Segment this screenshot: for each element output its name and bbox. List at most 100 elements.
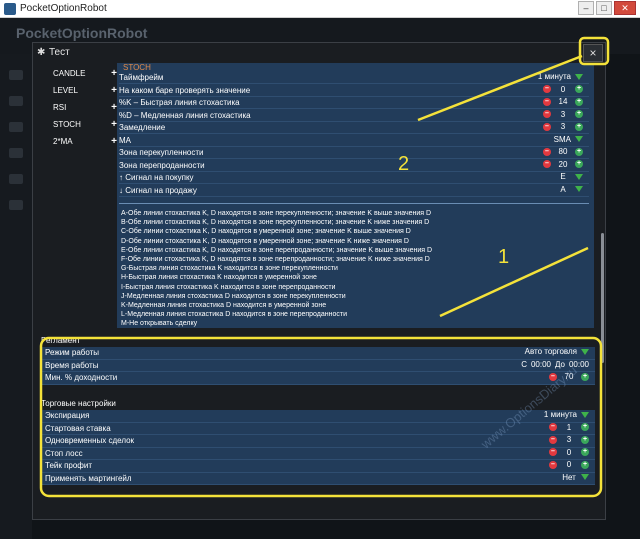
dropdown-arrow-icon[interactable]: [575, 73, 583, 80]
time-from-prefix: С: [521, 359, 527, 369]
decrement-icon[interactable]: –: [549, 423, 557, 431]
description-line: K-Медленная линия стохастика D находится…: [121, 302, 327, 310]
stoch-row-overbought: Зона перекупленности –80 +: [119, 147, 589, 159]
decrement-icon[interactable]: –: [543, 110, 551, 118]
min-profit-label: Мин. % доходности: [45, 373, 118, 382]
row-label: Таймфрейм: [119, 73, 164, 82]
reglament-body: Режим работы Авто торговля Время работы …: [41, 347, 595, 385]
sell-signal-select[interactable]: A: [555, 185, 571, 194]
description-line: F-Обе линии стохастика K, D находятся в …: [121, 256, 430, 264]
dropdown-arrow-icon[interactable]: [575, 186, 583, 192]
divider: [119, 203, 589, 204]
take-profit-value[interactable]: 0: [561, 460, 577, 469]
work-time-label: Время работы: [45, 360, 99, 370]
timeframe-select[interactable]: 1 минута: [538, 72, 571, 81]
sidebar-icon[interactable]: [9, 148, 23, 158]
increment-icon[interactable]: +: [581, 435, 589, 444]
mode-label: Режим работы: [45, 348, 100, 357]
martingale-select[interactable]: Нет: [561, 473, 577, 482]
decrement-icon[interactable]: –: [543, 97, 551, 106]
menu-item-label: RSI: [53, 103, 67, 112]
expiration-select[interactable]: 1 минута: [544, 410, 577, 419]
menu-item-rsi[interactable]: RSI +: [43, 99, 119, 116]
dialog-close-button[interactable]: ×: [583, 44, 603, 62]
signal-descriptions: A-Обе линии стохастика K, D находятся в …: [121, 209, 591, 329]
decrement-icon[interactable]: –: [543, 122, 551, 131]
menu-item-2ma[interactable]: 2*MA +: [43, 133, 119, 150]
stoch-settings-panel: STOCH Таймфрейм 1 минута На каком баре п…: [117, 63, 594, 328]
menu-item-label: STOCH: [53, 120, 81, 129]
d-value[interactable]: 3: [555, 110, 571, 119]
overbought-value[interactable]: 80: [555, 147, 571, 156]
stoch-section-label: STOCH: [123, 63, 151, 72]
menu-item-candle[interactable]: CANDLE +: [43, 65, 119, 82]
dropdown-arrow-icon[interactable]: [581, 411, 589, 418]
stoch-row-slowing: Замедление –3 +: [119, 122, 589, 134]
menu-item-level[interactable]: LEVEL +: [43, 82, 119, 99]
decrement-icon[interactable]: –: [543, 85, 551, 93]
decrement-icon[interactable]: –: [543, 147, 551, 156]
decrement-icon[interactable]: –: [543, 160, 551, 168]
increment-icon[interactable]: +: [575, 147, 583, 156]
sidebar-icon[interactable]: [9, 174, 23, 184]
description-line: J-Медленная линия стохастика D находится…: [121, 292, 346, 300]
concurrent-value[interactable]: 3: [561, 435, 577, 444]
description-line: H-Быстрая линия стохастика K находится в…: [121, 274, 317, 282]
stoch-row-sell-signal: ↓ Сигнал на продажу A: [119, 185, 589, 197]
sidebar-icon[interactable]: [9, 96, 23, 106]
row-label: Замедление: [119, 123, 166, 132]
menu-item-stoch[interactable]: STOCH +: [43, 116, 119, 133]
oversold-value[interactable]: 20: [555, 160, 571, 169]
stoch-row-oversold: Зона перепроданности –20 +: [119, 160, 589, 172]
start-bet-value[interactable]: 1: [561, 423, 577, 432]
increment-icon[interactable]: +: [575, 85, 583, 93]
window-titlebar: PocketOptionRobot – □ ✕: [0, 0, 640, 18]
sidebar-icon[interactable]: [9, 122, 23, 132]
time-from-input[interactable]: 00:00: [531, 360, 551, 369]
increment-icon[interactable]: +: [575, 110, 583, 118]
decrement-icon[interactable]: –: [549, 448, 557, 456]
trade-settings-heading: Торговые настройки: [41, 399, 116, 408]
minimize-icon[interactable]: –: [578, 1, 594, 15]
increment-icon[interactable]: +: [581, 423, 589, 431]
increment-icon[interactable]: +: [575, 97, 583, 106]
dropdown-arrow-icon[interactable]: [575, 173, 583, 180]
mode-select[interactable]: Авто торговля: [525, 347, 577, 356]
decrement-icon[interactable]: –: [549, 435, 557, 444]
increment-icon[interactable]: +: [575, 122, 583, 131]
buy-signal-select[interactable]: E: [555, 172, 571, 181]
app-brand: PocketOptionRobot: [16, 25, 148, 41]
decrement-icon[interactable]: –: [549, 460, 557, 469]
dropdown-arrow-icon[interactable]: [581, 474, 589, 480]
test-dialog: ✱ Тест × CANDLE + LEVEL + RSI + STOCH + 2*MA…: [32, 42, 606, 520]
expiration-label: Экспирация: [45, 411, 90, 420]
increment-icon[interactable]: +: [581, 460, 589, 469]
maximize-icon[interactable]: □: [596, 1, 612, 15]
dropdown-arrow-icon[interactable]: [581, 348, 589, 355]
concurrent-label: Одновременных сделок: [45, 436, 135, 445]
bar-value[interactable]: 0: [555, 85, 571, 94]
slowing-value[interactable]: 3: [555, 122, 571, 131]
increment-icon[interactable]: +: [581, 372, 589, 381]
stoch-row-buy-signal: ↑ Сигнал на покупку E: [119, 172, 589, 184]
increment-icon[interactable]: +: [581, 448, 589, 456]
ma-select[interactable]: SMA: [554, 135, 571, 144]
stop-loss-value[interactable]: 0: [561, 448, 577, 457]
menu-item-label: LEVEL: [53, 86, 78, 95]
window-close-icon[interactable]: ✕: [614, 1, 636, 15]
row-label: MA: [119, 135, 131, 145]
scrollbar[interactable]: [601, 233, 604, 363]
row-label: На каком баре проверять значение: [119, 85, 251, 95]
menu-item-label: CANDLE: [53, 69, 86, 78]
row-label: ↓ Сигнал на продажу: [119, 185, 197, 195]
description-line: A-Обе линии стохастика K, D находятся в …: [121, 210, 432, 217]
k-value[interactable]: 14: [555, 97, 571, 106]
sidebar-icon[interactable]: [9, 70, 23, 80]
stoch-row-d: %D – Медленная линия стохастика –3 +: [119, 110, 589, 122]
take-profit-label: Тейк профит: [45, 461, 93, 470]
dropdown-arrow-icon[interactable]: [575, 136, 583, 142]
concurrent-row: Одновременных сделок –3 +: [41, 435, 595, 448]
sidebar-icon[interactable]: [9, 200, 23, 210]
description-line: E-Обе линии стохастика K, D находятся в …: [121, 246, 433, 254]
increment-icon[interactable]: +: [575, 160, 583, 168]
